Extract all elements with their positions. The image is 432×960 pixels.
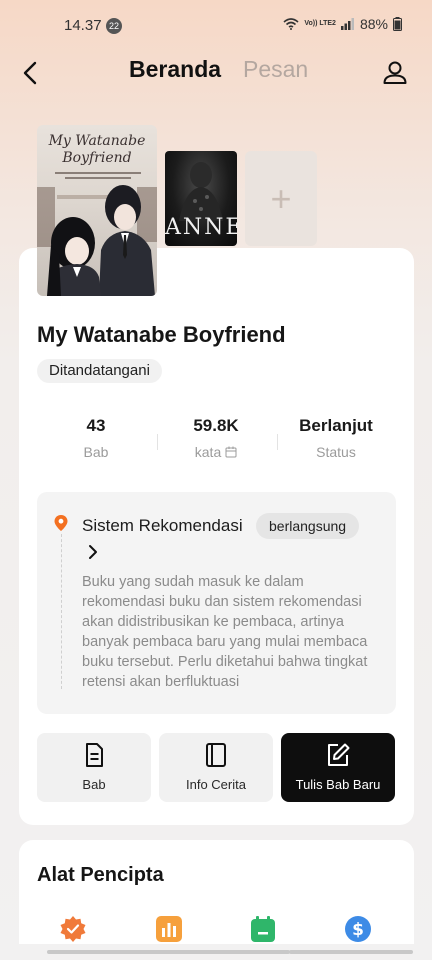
timeline-dashed-line [61, 534, 62, 689]
write-new-chapter-label: Tulis Bab Baru [295, 777, 381, 792]
stat-status-label: Status [316, 444, 356, 460]
creator-tools-title: Alat Pencipta [37, 864, 164, 886]
system-nav-bar [0, 944, 432, 960]
signal-icon [340, 18, 354, 30]
back-arrow-icon[interactable] [16, 58, 46, 88]
recommendation-box[interactable]: Sistem Rekomendasi berlangsung Buku yang… [37, 492, 396, 714]
dollar-icon[interactable]: $ [344, 915, 372, 943]
nav-pill [47, 950, 171, 954]
chapters-button-label: Bab [82, 777, 106, 792]
calendar-icon[interactable] [249, 915, 277, 943]
chevron-right-icon[interactable] [87, 544, 99, 560]
stat-words-value: 59.8K [193, 416, 239, 435]
edit-icon [328, 743, 350, 766]
signed-badge: Ditandatangani [37, 359, 162, 383]
status-time: 14.37 [64, 17, 102, 34]
chapters-button[interactable]: Bab [37, 733, 151, 802]
stat-words-label: kata [194, 444, 222, 460]
location-pin-icon [54, 515, 68, 531]
status-icons: Vo)) LTE2 88% [283, 16, 402, 32]
recommendation-title: Sistem Rekomendasi [82, 516, 243, 535]
stat-chapters: 43 Bab [36, 416, 156, 460]
nav-pill [289, 950, 413, 954]
recommendation-status-badge: berlangsung [256, 513, 360, 539]
profile-icon[interactable] [380, 58, 410, 88]
tab-pesan[interactable]: Pesan [243, 56, 308, 83]
nav-pill [166, 950, 290, 954]
svg-text:$: $ [352, 920, 364, 940]
calendar-small-icon[interactable] [225, 446, 237, 458]
write-new-chapter-button[interactable]: Tulis Bab Baru [281, 733, 395, 802]
stat-status: Berlanjut Status [276, 416, 396, 460]
creator-tools-card: Alat Pencipta $ [19, 840, 414, 960]
badge-icon[interactable] [59, 915, 87, 943]
stat-chapters-label: Bab [83, 444, 109, 460]
add-cover-button[interactable]: + [245, 151, 317, 246]
book-title: My Watanabe Boyfriend [37, 322, 286, 347]
stat-chapters-value: 43 [86, 416, 106, 435]
tab-beranda[interactable]: Beranda [129, 56, 221, 83]
recommendation-description: Buku yang sudah masuk ke dalam rekomenda… [82, 574, 368, 690]
story-info-button-label: Info Cerita [186, 777, 246, 792]
notification-count-badge: 22 [106, 18, 122, 34]
stat-status-value: Berlanjut [299, 416, 373, 435]
story-info-button[interactable]: Info Cerita [159, 733, 273, 802]
book-icon [206, 743, 226, 767]
wifi-icon [283, 18, 299, 30]
stat-words: 59.8K kata [156, 416, 276, 460]
top-header: Beranda Pesan [0, 52, 432, 96]
book-detail-card: My Watanabe Boyfriend Ditandatangani 43 … [19, 248, 414, 825]
document-icon [86, 743, 103, 767]
network-label: Vo)) LTE2 [304, 20, 336, 27]
book-cover-main[interactable]: My Watanabe Boyfriend [37, 125, 157, 296]
status-bar: 14.37 22 Vo)) LTE2 88% [0, 0, 432, 52]
battery-icon [393, 17, 402, 31]
cover-illustration [37, 185, 157, 296]
bar-chart-icon[interactable] [155, 915, 183, 943]
battery-percent: 88% [359, 16, 388, 32]
anne-cover-title: ANNE [165, 215, 237, 240]
book-cover-anne[interactable]: ANNE [165, 151, 237, 246]
